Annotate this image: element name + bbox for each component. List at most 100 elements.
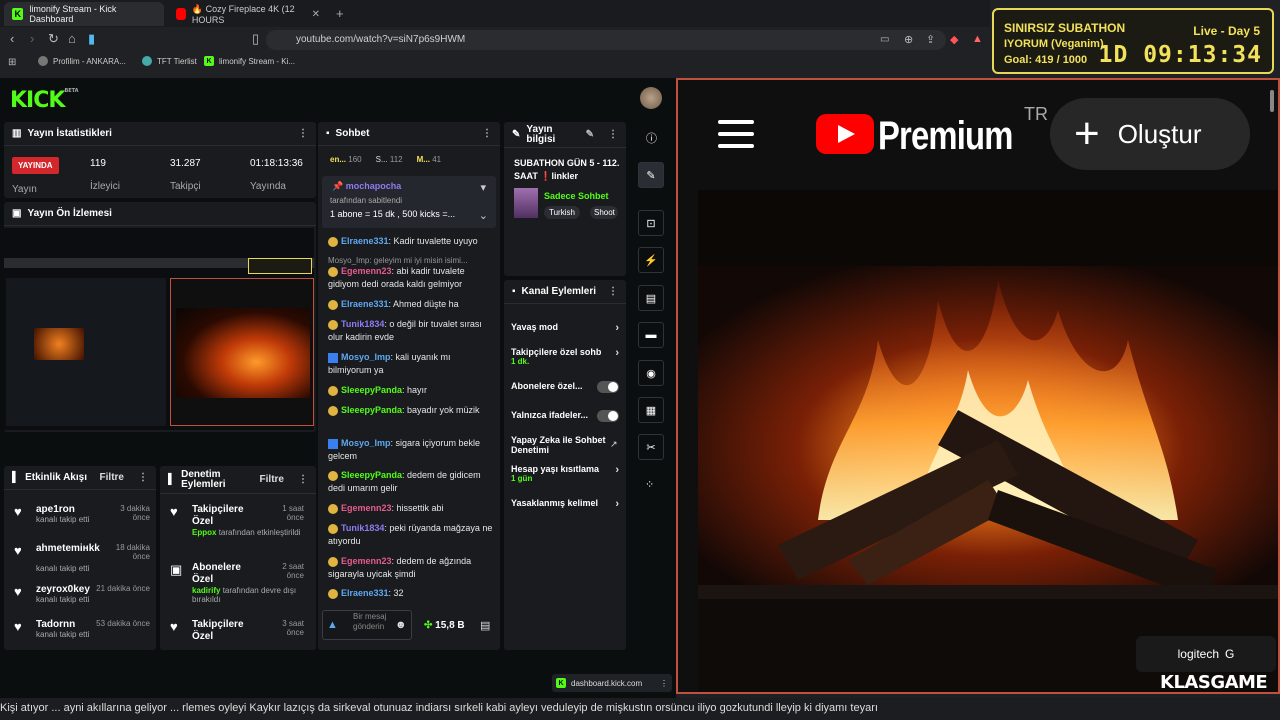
event-time: 2 saat önce bbox=[282, 562, 304, 580]
store-icon[interactable]: ▤ bbox=[480, 619, 490, 632]
chat-message: Egemenn23: hissettik abi bbox=[328, 502, 496, 515]
tab-youtube-fireplace[interactable]: 🔥 Cozy Fireplace 4K (12 HOURS ✕ bbox=[168, 2, 328, 26]
chat-user[interactable]: Mosyo_Imp bbox=[328, 256, 369, 265]
mod-user[interactable]: kadirify bbox=[192, 586, 220, 595]
emoji-icon[interactable]: ☻ bbox=[395, 619, 407, 631]
action-followers-only[interactable]: Takipçilere özel sohb 1 dk. › bbox=[511, 347, 621, 366]
pinned-message[interactable]: 📌 mochapocha tarafından sabitlendi 1 abo… bbox=[322, 176, 496, 228]
bookmark-profilim[interactable]: Profilim - ANKARA... bbox=[38, 56, 126, 66]
pin-icon[interactable]: ▾ bbox=[480, 181, 486, 194]
external-link-icon[interactable]: ↗ bbox=[610, 439, 618, 450]
moderation-filter-button[interactable]: Filtre bbox=[260, 474, 284, 485]
kick-logo[interactable]: KICKBETA bbox=[10, 88, 79, 113]
create-button[interactable]: + Oluştur bbox=[1050, 98, 1250, 170]
pinned-user[interactable]: mochapocha bbox=[346, 181, 402, 191]
list-item: ♥ ahmetemінkk kanalı takip etti 18 dakika ö… bbox=[14, 543, 150, 573]
kicks-balance[interactable]: ✣ 15,8 B bbox=[424, 620, 465, 631]
camera-icon: ▣ bbox=[12, 208, 22, 219]
screenshot-icon[interactable]: ⊡ bbox=[638, 210, 664, 236]
chat-bubble-icon[interactable]: ▬ bbox=[638, 322, 664, 348]
home-icon[interactable]: ⌂ bbox=[68, 31, 76, 46]
broadcast-icon[interactable]: ◉ bbox=[638, 360, 664, 386]
category-thumbnail[interactable] bbox=[514, 188, 538, 218]
chat-user[interactable]: Elraene331 bbox=[341, 588, 389, 598]
avatar[interactable] bbox=[640, 87, 662, 109]
action-banned-words[interactable]: Yasaklanmış kelimel › bbox=[511, 498, 621, 510]
action-slow-mode[interactable]: Yavaş mod › bbox=[511, 322, 621, 334]
more-icon[interactable]: ⋮ bbox=[138, 472, 148, 483]
alert-icon[interactable]: ▲ bbox=[972, 33, 983, 45]
activity-filter-button[interactable]: Filtre bbox=[100, 472, 124, 483]
action-ai-moderation[interactable]: Yapay Zeka ile Sohbet Denetimi bbox=[511, 435, 607, 455]
address-bar[interactable]: youtube.com/watch?v=siN7p6s9HWM bbox=[266, 30, 946, 50]
edit-icon[interactable]: ✎ bbox=[638, 162, 664, 188]
new-tab-icon[interactable]: + bbox=[336, 6, 344, 21]
stream-category[interactable]: Sadece Sohbet bbox=[544, 191, 609, 201]
wrench-icon[interactable]: ✂ bbox=[638, 434, 664, 460]
layout-icon[interactable]: ▦ bbox=[638, 397, 664, 423]
info-icon[interactable]: ⓘ bbox=[646, 130, 657, 146]
more-icon[interactable]: ⋮ bbox=[608, 129, 618, 140]
more-icon[interactable]: ⋮ bbox=[482, 128, 492, 139]
chat-user[interactable]: Tunik1834 bbox=[341, 523, 384, 533]
top-chatter[interactable]: en... 160 bbox=[330, 155, 362, 164]
close-tab-icon[interactable]: ✕ bbox=[312, 9, 320, 20]
lightning-icon[interactable]: ⚡ bbox=[638, 247, 664, 273]
bookmark-kick[interactable]: Klimonify Stream - Ki... bbox=[204, 56, 295, 66]
extension-icon[interactable]: ◆ bbox=[950, 33, 958, 46]
action-subscribers-only[interactable]: Abonelere özel... bbox=[511, 381, 621, 393]
stream-tag[interactable]: Turkish bbox=[544, 206, 580, 219]
youtube-logo-icon[interactable] bbox=[816, 114, 874, 154]
forward-icon[interactable]: › bbox=[30, 31, 34, 46]
apps-icon[interactable]: ⊞ bbox=[8, 57, 16, 68]
top-chatter[interactable]: M... 41 bbox=[417, 155, 441, 164]
more-icon[interactable]: ⋮ bbox=[608, 286, 618, 297]
chat-user[interactable]: SleeepyPanda bbox=[341, 405, 402, 415]
bookmark-icon[interactable]: ▯ bbox=[252, 31, 259, 47]
chat-user[interactable]: Egemenn23 bbox=[341, 556, 392, 566]
cast-icon[interactable]: ▭ bbox=[880, 34, 889, 45]
zoom-icon[interactable]: ⊕ bbox=[904, 33, 913, 46]
more-icon[interactable]: ⋮ bbox=[298, 474, 308, 485]
chat-user[interactable]: Mosyo_Imp bbox=[341, 438, 391, 448]
action-account-age[interactable]: Hesap yaşı kısıtlama 1 gün › bbox=[511, 464, 621, 483]
more-icon[interactable]: ⋮ bbox=[298, 128, 308, 139]
chat-user[interactable]: Mosyo_Imp bbox=[341, 352, 391, 362]
bookmark-tft[interactable]: TFT Tierlist bbox=[142, 56, 197, 66]
more-icon[interactable]: ⋮ bbox=[660, 679, 668, 688]
sub-badge-icon bbox=[328, 236, 338, 247]
chat-user[interactable]: Egemenn23 bbox=[341, 503, 392, 513]
menu-icon[interactable] bbox=[718, 120, 754, 150]
chat-user[interactable]: Egemenn23 bbox=[341, 266, 392, 276]
chat-user[interactable]: SleeepyPanda bbox=[341, 385, 402, 395]
stream-tag[interactable]: Shoot bbox=[590, 206, 618, 219]
action-label: Yalnızca ifadeler... bbox=[511, 410, 589, 420]
back-icon[interactable]: ‹ bbox=[10, 31, 14, 46]
chat-user[interactable]: Elraene331 bbox=[341, 299, 389, 309]
channel-actions-header: ▪ Kanal Eylemleri ⋮ bbox=[504, 280, 626, 304]
subscribers-toggle[interactable] bbox=[597, 381, 619, 393]
scrollbar[interactable] bbox=[1270, 90, 1274, 112]
edit-icon[interactable]: ✎ bbox=[586, 129, 594, 140]
chat-user[interactable]: Tunik1834 bbox=[341, 319, 384, 329]
chat-user[interactable]: SleeepyPanda bbox=[341, 470, 402, 480]
share-icon[interactable]: ⇪ bbox=[926, 33, 935, 46]
chevron-down-icon[interactable]: ⌄ bbox=[479, 209, 488, 222]
emotes-toggle[interactable] bbox=[597, 410, 619, 422]
chat-input[interactable]: ▲ Bir mesaj gönderin ☻ bbox=[322, 610, 412, 640]
action-emotes-only[interactable]: Yalnızca ifadeler... bbox=[511, 410, 621, 422]
chat-message: Elraene331: 32 bbox=[328, 587, 496, 600]
chat-user[interactable]: Elraene331 bbox=[341, 236, 389, 246]
dashboard-url-pill[interactable]: K dashboard.kick.com ⋮ bbox=[552, 674, 672, 692]
mod-user[interactable]: Eppox bbox=[192, 528, 216, 537]
emote-badge-icon: ▲ bbox=[327, 619, 338, 631]
top-chatter[interactable]: S... 112 bbox=[376, 155, 403, 164]
event-text: kanalı takip etti bbox=[36, 564, 90, 573]
clipboard-icon[interactable]: ▤ bbox=[638, 285, 664, 311]
apps-icon[interactable]: ⁘ bbox=[645, 478, 654, 491]
video-player[interactable] bbox=[698, 190, 1278, 692]
tab-kick-dashboard[interactable]: K limonify Stream - Kick Dashboard bbox=[4, 2, 164, 26]
stream-preview[interactable] bbox=[4, 228, 314, 430]
reload-icon[interactable]: ↻ bbox=[48, 31, 59, 47]
sidebar-icon[interactable]: ▮ bbox=[88, 31, 95, 47]
